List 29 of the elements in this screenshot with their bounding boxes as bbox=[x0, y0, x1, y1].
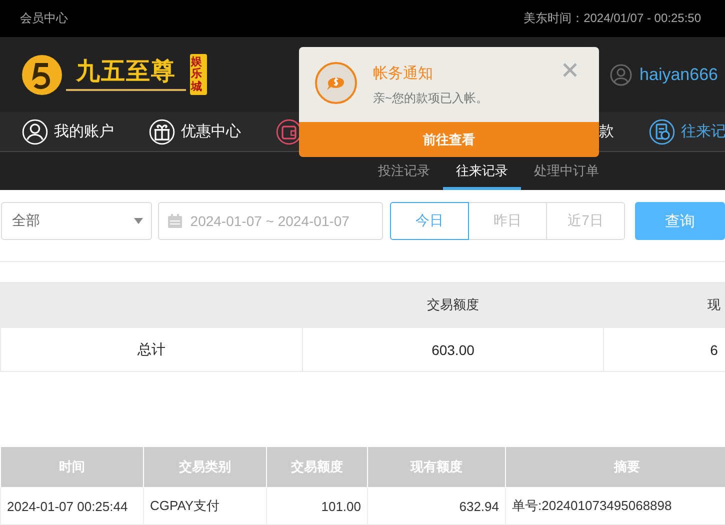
logo-badge: 娱乐城 bbox=[190, 54, 207, 95]
table-cell: 603.00 bbox=[302, 328, 604, 372]
table-cell: CGPAY支付 bbox=[144, 488, 266, 524]
document-clock-icon bbox=[649, 118, 675, 144]
gift-icon bbox=[149, 118, 175, 144]
wallet-icon[interactable] bbox=[276, 118, 302, 144]
column-header: 交易额度 bbox=[302, 282, 604, 328]
logo-text: 九五至尊 bbox=[76, 58, 176, 85]
notification-message: 亲~您的款项已入帐。 bbox=[373, 90, 488, 107]
table-cell: 101.00 bbox=[266, 488, 368, 524]
username-link[interactable]: haiyan666 bbox=[640, 64, 718, 84]
column-header: 现 bbox=[604, 282, 725, 328]
page-title: 会员中心 bbox=[20, 10, 68, 27]
nav-item[interactable]: 往来记 bbox=[649, 118, 725, 144]
server-time: 美东时间：2024/01/07 - 00:25:50 bbox=[524, 10, 701, 27]
user-icon bbox=[22, 118, 48, 144]
user-icon bbox=[610, 64, 632, 86]
calendar-icon bbox=[167, 213, 184, 229]
caret-icon bbox=[134, 218, 144, 224]
money-chat-icon bbox=[314, 61, 358, 105]
nav-item[interactable]: 我的账户 bbox=[22, 118, 114, 144]
type-select[interactable]: 全部 bbox=[1, 202, 152, 240]
notification-title: 帐务通知 bbox=[373, 64, 434, 83]
table-cell: 总计 bbox=[0, 328, 302, 372]
logo-emblem-icon bbox=[20, 52, 64, 96]
table-cell: 632.94 bbox=[368, 488, 506, 524]
nav-item[interactable]: 款 bbox=[599, 122, 614, 141]
table-cell: 2024-01-07 00:25:44 bbox=[0, 488, 144, 524]
nav-item[interactable]: 优惠中心 bbox=[149, 118, 241, 144]
